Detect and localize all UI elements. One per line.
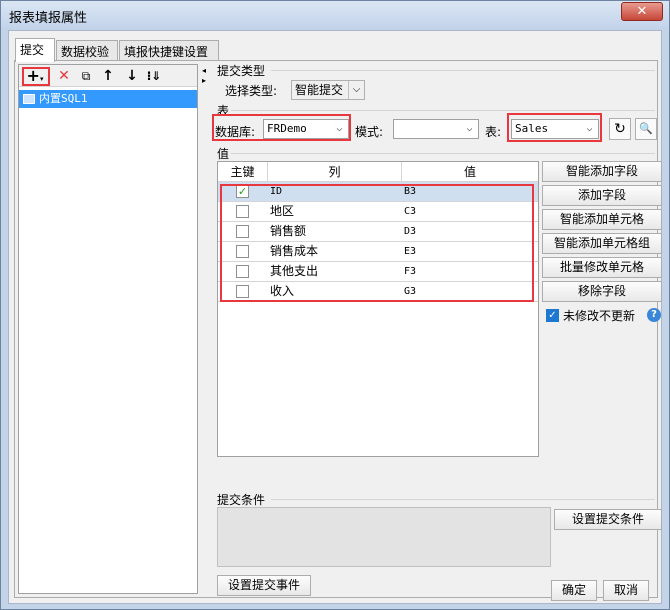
- rows-highlight: [220, 184, 534, 302]
- set-submit-event-button[interactable]: 设置提交事件: [217, 575, 311, 596]
- submit-condition-area: [217, 507, 551, 567]
- submit-type-section-label: 提交类型: [217, 64, 266, 78]
- divider: [271, 70, 655, 71]
- tab-submit[interactable]: 提交: [15, 38, 55, 62]
- move-up-icon[interactable]: ↑: [99, 67, 117, 85]
- chevron-down-icon: ⌵: [466, 123, 473, 134]
- window-title: 报表填报属性: [9, 11, 88, 26]
- submit-panel: +▾ ✕ ⧉ ↑ ↓ ⁝⇓ 内置SQL1 ◂ ▸ 提交类型 选择类型: 智能提交…: [14, 60, 662, 599]
- title-bar: 报表填报属性 ✕: [1, 1, 669, 29]
- schema-select[interactable]: ⌵: [393, 119, 479, 139]
- move-down-icon[interactable]: ↓: [123, 67, 141, 85]
- header-primary-key: 主键: [218, 162, 268, 182]
- schema-label: 模式:: [355, 125, 384, 139]
- smart-add-fields-button[interactable]: 智能添加字段: [542, 161, 662, 182]
- sql-table-icon: [23, 94, 35, 104]
- chevron-down-icon: ⌵: [348, 81, 364, 99]
- close-button[interactable]: ✕: [621, 2, 663, 21]
- table-highlight: [507, 113, 602, 142]
- preview-search-icon[interactable]: 🔍: [635, 118, 657, 140]
- divider: [231, 153, 655, 154]
- add-button-highlight: [22, 67, 50, 86]
- copy-icon[interactable]: ⧉: [77, 67, 95, 85]
- smart-add-cells-button[interactable]: 智能添加单元格: [542, 209, 662, 230]
- list-item[interactable]: 内置SQL1: [19, 90, 197, 108]
- tab-data-validation[interactable]: 数据校验: [56, 40, 118, 61]
- smart-add-cell-group-button[interactable]: 智能添加单元格组: [542, 233, 662, 254]
- dialog-body: 提交 数据校验 填报快捷键设置 +▾ ✕ ⧉ ↑ ↓ ⁝⇓ 内置SQL1 ◂ ▸…: [8, 30, 662, 604]
- no-update-checkbox[interactable]: ✓: [546, 309, 559, 322]
- tab-shortcut-settings[interactable]: 填报快捷键设置: [119, 40, 219, 61]
- submit-type-value: 智能提交: [295, 83, 344, 97]
- table-header: 主键 列 值: [218, 162, 538, 182]
- cancel-button[interactable]: 取消: [603, 580, 649, 601]
- set-submit-condition-button[interactable]: 设置提交条件: [554, 509, 662, 530]
- field-mapping-table: 主键 列 值 ✓ ID B3 地区 C3 销售额 D3 销售成本 E3 其他支出…: [217, 161, 539, 457]
- panel-splitter[interactable]: ◂ ▸: [202, 64, 208, 594]
- database-highlight: [212, 114, 351, 141]
- delete-icon[interactable]: ✕: [55, 67, 73, 85]
- divider: [231, 110, 655, 111]
- add-field-button[interactable]: 添加字段: [542, 185, 662, 206]
- header-column: 列: [268, 162, 402, 182]
- ok-button[interactable]: 确定: [551, 580, 597, 601]
- values-section-label: 值: [217, 147, 230, 161]
- move-bottom-icon[interactable]: ⁝⇓: [145, 67, 163, 85]
- batch-modify-cells-button[interactable]: 批量修改单元格: [542, 257, 662, 278]
- sql-list-panel: +▾ ✕ ⧉ ↑ ↓ ⁝⇓ 内置SQL1: [18, 64, 198, 594]
- refresh-icon[interactable]: ↻: [609, 118, 631, 140]
- collapse-right-icon[interactable]: ▸: [202, 76, 206, 85]
- no-update-label: 未修改不更新: [563, 309, 636, 323]
- table-label: 表:: [485, 125, 502, 139]
- list-item-label: 内置SQL1: [39, 92, 88, 105]
- header-value: 值: [463, 165, 476, 179]
- remove-field-button[interactable]: 移除字段: [542, 281, 662, 302]
- dialog-window: 报表填报属性 ✕ 提交 数据校验 填报快捷键设置 +▾ ✕ ⧉ ↑ ↓ ⁝⇓ 内…: [0, 0, 670, 610]
- select-type-label: 选择类型:: [225, 84, 278, 98]
- divider: [271, 499, 655, 500]
- help-icon[interactable]: ?: [647, 308, 661, 322]
- condition-section-label: 提交条件: [217, 493, 266, 507]
- submit-type-select[interactable]: 智能提交 ⌵: [291, 80, 365, 100]
- settings-area: 提交类型 选择类型: 智能提交 ⌵ 表 数据库: FRDemo ⌵ 模式: ⌵ …: [211, 61, 662, 599]
- collapse-left-icon[interactable]: ◂: [202, 66, 206, 75]
